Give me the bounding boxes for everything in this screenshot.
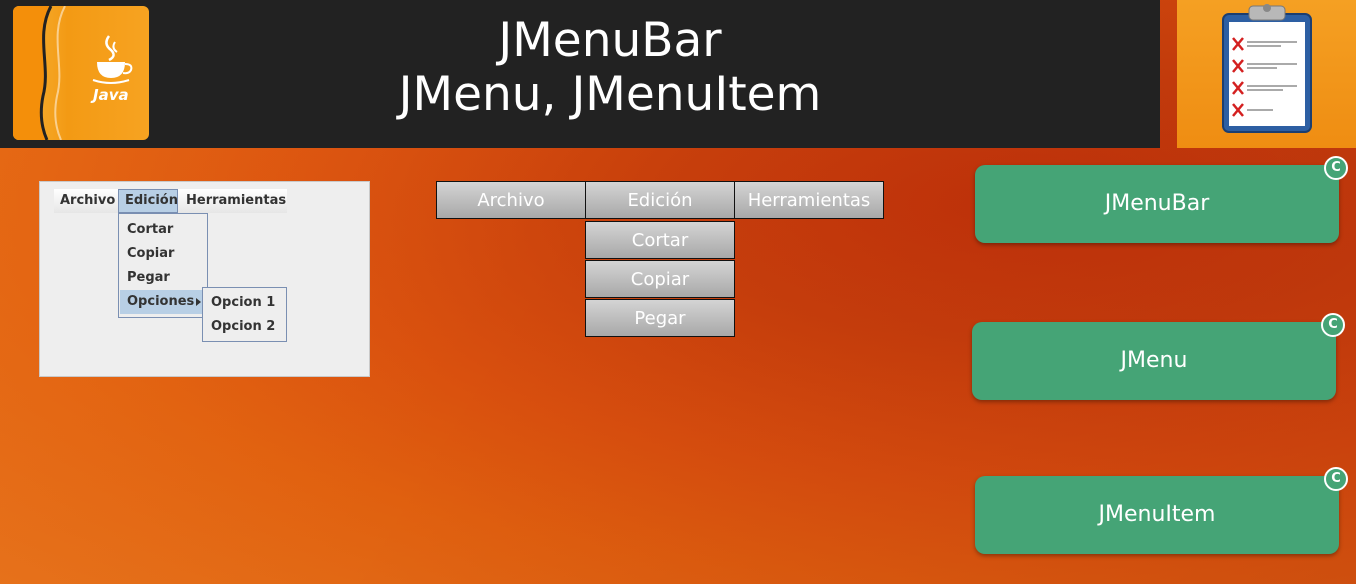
jmenubar-button[interactable]: JMenuBar	[975, 165, 1339, 243]
submenu-arrow-icon	[196, 298, 201, 306]
page-title: JMenuBar JMenu, JMenuItem	[260, 14, 960, 122]
java-logo-text: Java	[93, 86, 129, 104]
java-logo: Java	[13, 6, 149, 140]
jmenubar-badge: C	[1324, 156, 1348, 180]
swing-item-opciones[interactable]: Opciones	[120, 290, 206, 314]
jmenuitem-badge: C	[1324, 467, 1348, 491]
swing-opciones-submenu: Opcion 1 Opcion 2	[202, 287, 287, 342]
swing-menubar: Archivo Edición Herramientas	[54, 189, 287, 213]
swing-menu-herramientas[interactable]: Herramientas	[180, 189, 296, 213]
swing-menu-edicion[interactable]: Edición	[118, 189, 178, 213]
swing-item-copiar[interactable]: Copiar	[120, 242, 206, 266]
swing-menu-archivo[interactable]: Archivo	[54, 189, 122, 213]
swing-item-opcion-2[interactable]: Opcion 2	[204, 315, 285, 339]
swing-item-opciones-label: Opciones	[127, 294, 195, 309]
swing-menu-example: Archivo Edición Herramientas Cortar Copi…	[39, 181, 370, 377]
jmenuitem-button[interactable]: JMenuItem	[975, 476, 1339, 554]
title-line-1: JMenuBar	[498, 13, 722, 68]
jmenu-badge: C	[1321, 313, 1345, 337]
diagram-menu-edicion: Edición	[585, 181, 735, 219]
clipboard-icon-box	[1177, 0, 1356, 148]
clipboard-icon	[1222, 4, 1312, 133]
jmenu-button[interactable]: JMenu	[972, 322, 1336, 400]
diagram-item-cortar: Cortar	[585, 221, 735, 259]
swing-item-opcion-1[interactable]: Opcion 1	[204, 291, 285, 315]
diagram-item-copiar: Copiar	[585, 260, 735, 298]
swing-item-cortar[interactable]: Cortar	[120, 218, 206, 242]
header-bar: JMenuBar JMenu, JMenuItem	[0, 0, 1160, 148]
diagram-menu-archivo: Archivo	[436, 181, 586, 219]
swing-edicion-popup: Cortar Copiar Pegar Opciones	[118, 213, 208, 318]
diagram-item-pegar: Pegar	[585, 299, 735, 337]
title-line-2: JMenu, JMenuItem	[398, 67, 822, 122]
swing-item-pegar[interactable]: Pegar	[120, 266, 206, 290]
diagram-menu-herramientas: Herramientas	[734, 181, 884, 219]
